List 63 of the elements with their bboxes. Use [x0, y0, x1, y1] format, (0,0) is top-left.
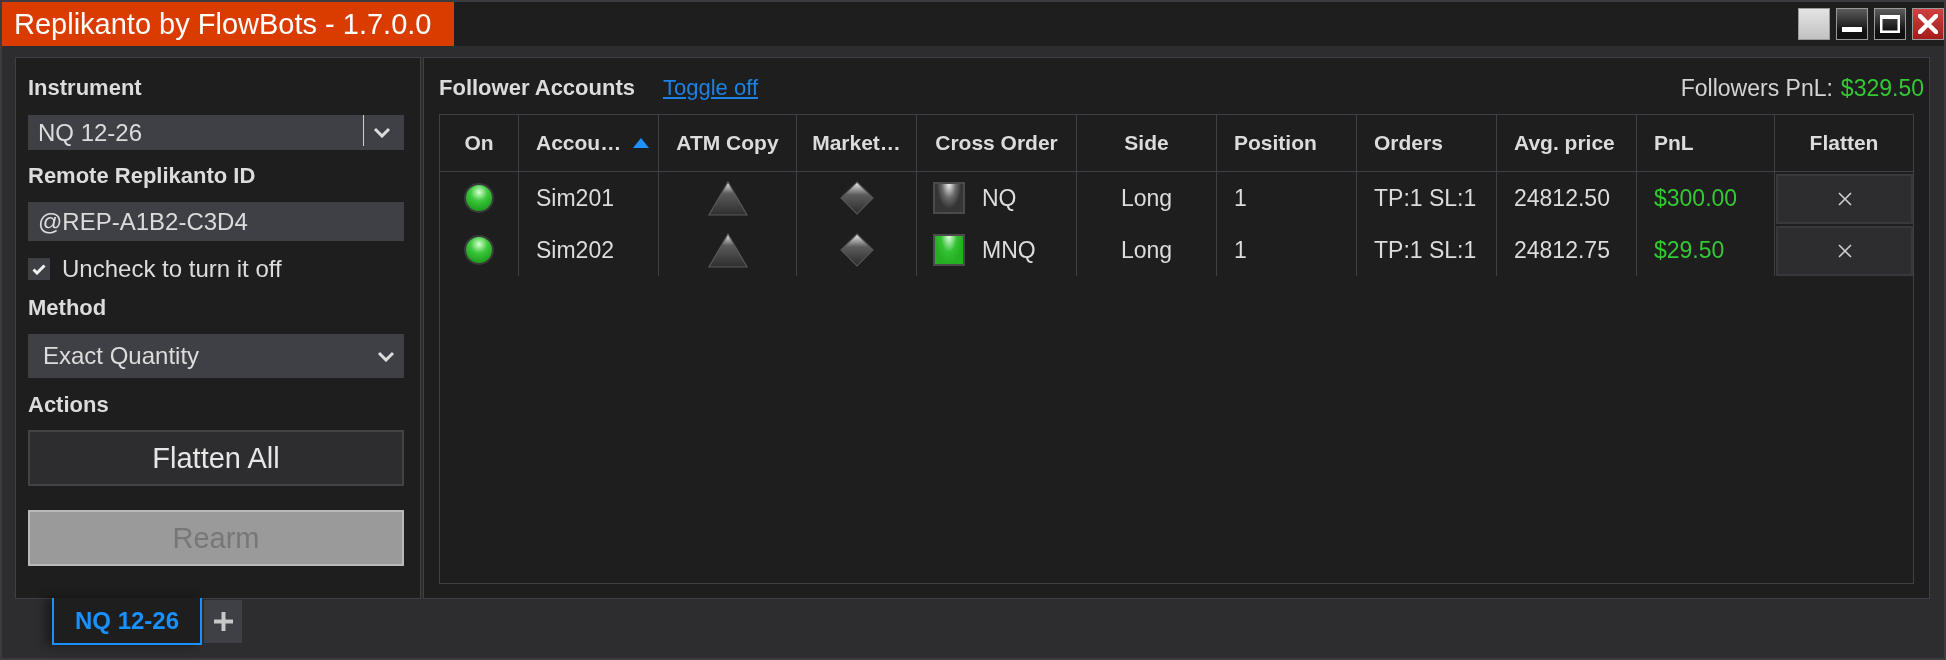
close-icon	[1918, 14, 1938, 34]
window-title: Replikanto by FlowBots - 1.7.0.0	[2, 2, 455, 46]
instrument-dropdown[interactable]: NQ 12-26	[28, 115, 404, 150]
total-pnl-label: Followers PnL:	[1680, 74, 1833, 102]
table-cell: 1	[1217, 224, 1357, 276]
table-cell: $29.50	[1637, 224, 1775, 276]
checkbox[interactable]	[28, 258, 50, 280]
close-icon	[1837, 244, 1852, 258]
toggle-square-icon[interactable]	[933, 234, 965, 266]
table-cell: Sim202	[519, 224, 659, 276]
total-pnl-value: $329.50	[1840, 74, 1924, 102]
column-header[interactable]: Market…	[797, 115, 917, 171]
column-header[interactable]: Avg. price	[1497, 115, 1637, 171]
maximize-button[interactable]	[1874, 8, 1906, 40]
maximize-icon	[1880, 15, 1900, 33]
table-cell: Long	[1077, 172, 1217, 224]
instrument-text: NQ	[982, 184, 1017, 212]
chevron-down-icon	[373, 127, 391, 138]
table-cell: Long	[1077, 224, 1217, 276]
column-header[interactable]: Side	[1077, 115, 1217, 171]
section-label: Actions	[28, 392, 110, 418]
column-header[interactable]: Orders	[1357, 115, 1497, 171]
instrument-tab[interactable]: NQ 12-26	[52, 598, 202, 645]
diamond-icon[interactable]	[839, 233, 874, 267]
table-cell: $300.00	[1637, 172, 1775, 224]
sort-up-arrow-icon	[633, 138, 650, 148]
add-tab-button[interactable]	[204, 600, 242, 643]
triangle-icon[interactable]	[707, 232, 748, 268]
field-label: Remote Replikanto ID	[28, 163, 257, 189]
close-icon	[1837, 192, 1852, 206]
column-header[interactable]: Accou…	[519, 115, 659, 171]
plus-icon	[213, 612, 233, 631]
status-dot-icon[interactable]	[464, 235, 494, 265]
method-dropdown[interactable]: Exact Quantity	[28, 334, 404, 378]
diamond-icon[interactable]	[839, 181, 874, 215]
toggle-off-link[interactable]: Toggle off	[663, 75, 758, 101]
column-header[interactable]: PnL	[1637, 115, 1775, 171]
triangle-icon[interactable]	[707, 180, 748, 216]
column-header[interactable]: On	[440, 115, 519, 171]
table-cell: TP:1 SL:1	[1357, 172, 1497, 224]
column-header[interactable]: ATM Copy	[659, 115, 797, 171]
table-cell: 24812.50	[1497, 172, 1637, 224]
toggle-square-icon[interactable]	[933, 182, 965, 214]
table-cell: 24812.75	[1497, 224, 1637, 276]
field-label: Instrument	[28, 75, 143, 101]
checkmark-icon	[32, 263, 46, 275]
close-button[interactable]	[1912, 8, 1944, 40]
instrument-text: MNQ	[982, 236, 1036, 264]
minimize-button[interactable]	[1836, 8, 1868, 40]
checkbox-label: Uncheck to turn it off	[62, 255, 282, 283]
action-button[interactable]: Flatten All	[28, 430, 404, 486]
field-label: Method	[28, 295, 108, 321]
table-cell: Sim201	[519, 172, 659, 224]
section-title: Follower Accounts	[439, 75, 635, 101]
remote-id-field[interactable]: @REP-A1B2-C3D4	[28, 202, 404, 241]
column-header[interactable]: Flatten	[1775, 115, 1913, 171]
status-dot-icon[interactable]	[464, 183, 494, 213]
table-cell: TP:1 SL:1	[1357, 224, 1497, 276]
chevron-down-icon	[377, 350, 395, 362]
column-header[interactable]: Position	[1217, 115, 1357, 171]
table-cell: 1	[1217, 172, 1357, 224]
minimize-icon	[1842, 27, 1862, 32]
column-header[interactable]: Cross Order	[917, 115, 1077, 171]
